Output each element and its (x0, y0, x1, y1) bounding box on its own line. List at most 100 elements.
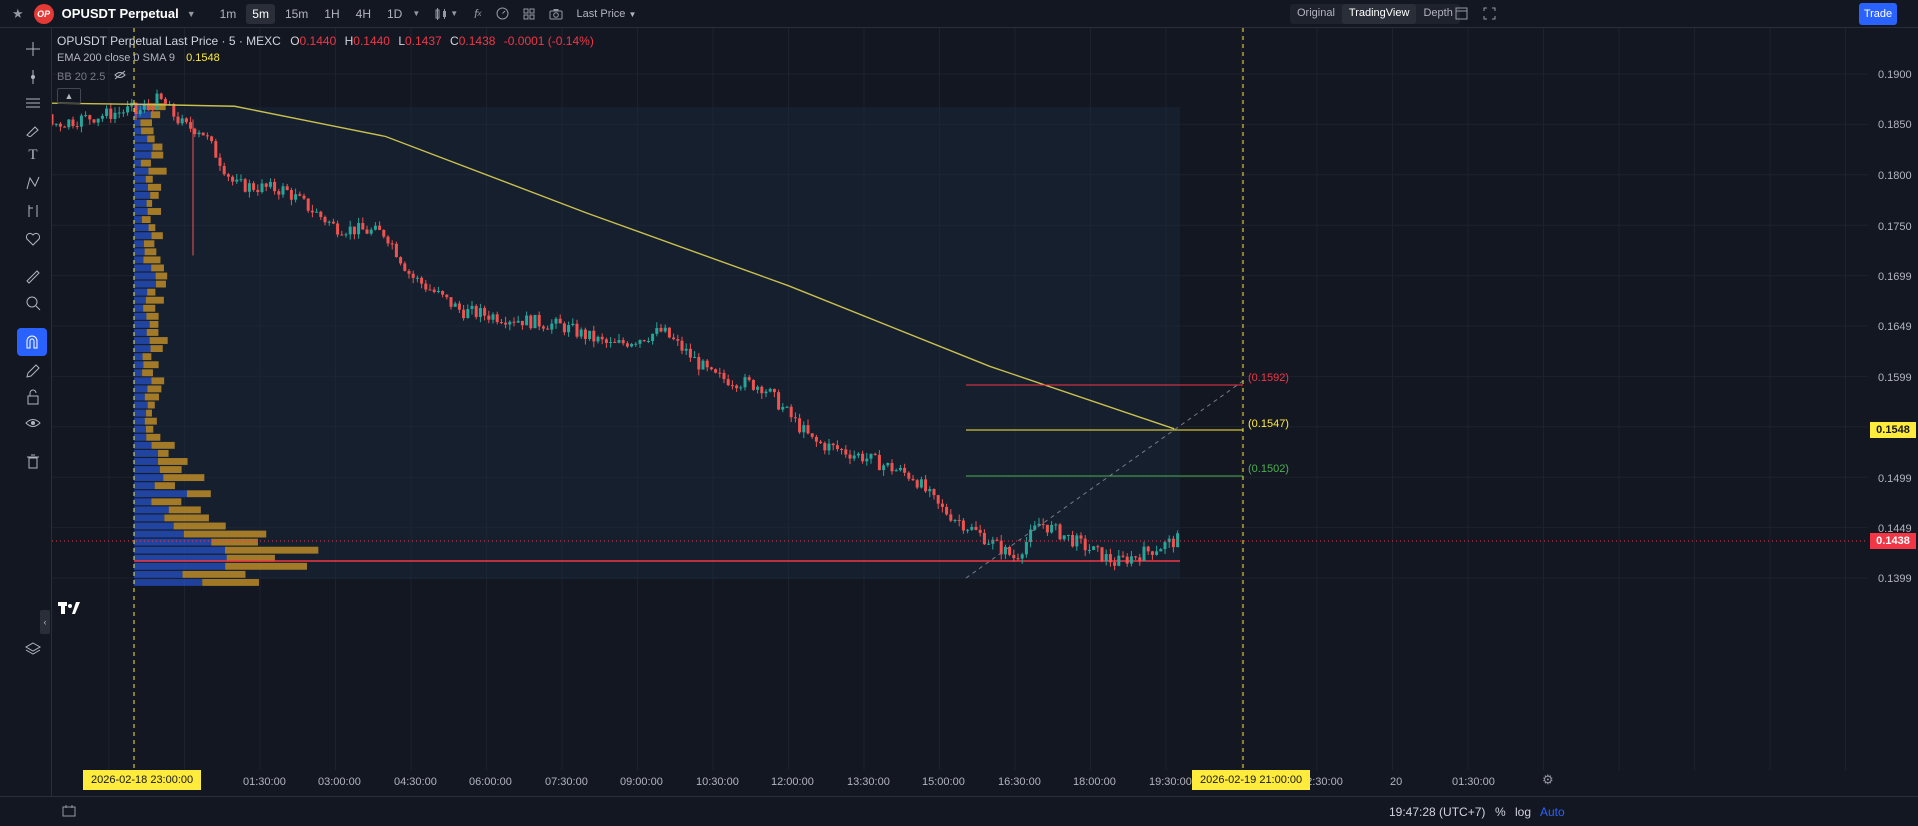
price-type-select[interactable]: Last Price ▼ (577, 8, 637, 20)
symbol-name[interactable]: OPUSDT Perpetual (62, 6, 179, 21)
ema-value: 0.1548 (186, 52, 220, 64)
candle-body (268, 181, 272, 187)
text-tool-icon[interactable]: T (18, 142, 48, 168)
collapse-sidebar-handle[interactable]: ‹ (40, 610, 50, 634)
eye-icon[interactable] (18, 410, 48, 436)
brush-icon[interactable] (18, 116, 48, 142)
candle-body (638, 340, 642, 344)
candle-body (264, 183, 268, 187)
volume-profile-sell-bar (168, 506, 201, 514)
star-icon[interactable]: ★ (12, 6, 24, 22)
price-chart[interactable] (52, 28, 1870, 770)
candle-body (302, 195, 306, 199)
timeframe-1h[interactable]: 1H (318, 4, 345, 24)
candle-body (449, 297, 453, 307)
timeframe-1m[interactable]: 1m (214, 4, 243, 24)
time-tick: 19:30:00 (1149, 776, 1192, 788)
chart-legend-bb[interactable]: BB 20 2.5 (57, 70, 127, 83)
volume-profile-sell-bar (148, 224, 156, 232)
candle-body (970, 526, 974, 530)
volume-profile-buy-bar (134, 409, 147, 417)
volume-profile-sell-bar (147, 401, 155, 409)
trade-button[interactable]: Trade (1859, 3, 1897, 25)
candle-body (764, 391, 768, 394)
crosshair-icon[interactable] (18, 36, 48, 62)
volume-profile-buy-bar (134, 183, 148, 191)
price-tick: 0.1649 (1878, 321, 1912, 333)
indicators-icon[interactable]: fx (474, 7, 481, 21)
heart-icon[interactable] (18, 226, 48, 252)
log-toggle[interactable]: log (1515, 805, 1531, 819)
candle-body (365, 229, 369, 234)
ruler-icon[interactable] (18, 264, 48, 290)
window-layout-icon[interactable] (1455, 7, 1468, 20)
candle-body (928, 489, 932, 492)
chevron-down-icon[interactable]: ▼ (187, 9, 196, 19)
layers-icon[interactable] (18, 636, 48, 662)
trash-icon[interactable] (18, 448, 48, 474)
volume-profile-buy-bar (134, 248, 145, 256)
candle-body (247, 183, 251, 192)
volume-profile-buy-bar (134, 433, 147, 441)
candle-body (121, 112, 125, 114)
clock[interactable]: 19:47:28 (UTC+7) (1389, 805, 1485, 819)
pattern-icon[interactable] (18, 170, 48, 196)
timeframe-4h[interactable]: 4H (350, 4, 377, 24)
zoom-icon[interactable] (18, 290, 48, 316)
candle-body (999, 540, 1003, 555)
candle-body (760, 386, 764, 394)
candle-body (709, 367, 713, 370)
volume-profile-buy-bar (134, 458, 159, 465)
candle-body (567, 325, 571, 333)
candle-body (924, 479, 928, 492)
candle-body (743, 377, 747, 388)
candle-body (1003, 546, 1007, 555)
eye-hidden-icon[interactable] (114, 70, 127, 83)
auto-toggle[interactable]: Auto (1540, 805, 1565, 819)
candle-body (63, 126, 67, 128)
candle-body (823, 443, 827, 451)
settings-gauge-icon[interactable] (496, 7, 509, 20)
pencil-lock-icon[interactable] (18, 358, 48, 384)
chart-legend-ema[interactable]: EMA 200 close 0 SMA 9 0.1548 (57, 52, 220, 64)
candle-body (1138, 557, 1142, 561)
chart-type-dropdown-icon[interactable]: ▼ (450, 9, 458, 18)
volume-profile-buy-bar (134, 320, 150, 328)
volume-profile-buy-bar (134, 216, 142, 223)
percent-toggle[interactable]: % (1495, 805, 1506, 819)
view-tradingview[interactable]: TradingView (1341, 4, 1417, 24)
volume-profile-buy-bar (134, 377, 152, 385)
candle-body (344, 234, 348, 236)
timeframe-dropdown-icon[interactable]: ▼ (412, 9, 420, 18)
timeframe-1d[interactable]: 1D (381, 4, 408, 24)
candle-body (693, 357, 697, 359)
collapse-legend-button[interactable]: ▲ (57, 88, 81, 104)
tradingview-logo-icon[interactable] (58, 600, 80, 620)
candle-body (193, 128, 197, 135)
trend-line-icon[interactable] (18, 64, 48, 90)
volume-profile-sell-bar (147, 183, 162, 191)
price-axis[interactable] (1868, 28, 1918, 770)
prediction-icon[interactable] (18, 198, 48, 224)
chart-settings-gear-icon[interactable]: ⚙ (1542, 772, 1554, 788)
fullscreen-icon[interactable] (1483, 7, 1496, 20)
volume-profile-buy-bar (134, 474, 164, 482)
candle-body (852, 455, 856, 459)
layout-grid-icon[interactable] (523, 8, 535, 20)
magnet-icon[interactable] (17, 328, 47, 356)
candle-type-icon[interactable] (434, 7, 448, 21)
timeframe-15m[interactable]: 15m (279, 4, 314, 24)
time-tick: 07:30:00 (545, 776, 588, 788)
horizontal-lines-icon[interactable] (18, 90, 48, 116)
lock-icon[interactable] (18, 384, 48, 410)
candle-body (285, 186, 289, 190)
candle-body (96, 118, 100, 123)
camera-icon[interactable] (549, 8, 563, 20)
candle-body (159, 93, 163, 99)
last-price-tag: 0.1438 (1870, 533, 1916, 549)
date-range-icon[interactable] (62, 805, 76, 817)
volume-profile-sell-bar (152, 143, 163, 151)
timeframe-5m[interactable]: 5m (246, 3, 275, 24)
view-depth[interactable]: Depth (1416, 4, 1459, 24)
view-original[interactable]: Original (1290, 4, 1342, 24)
